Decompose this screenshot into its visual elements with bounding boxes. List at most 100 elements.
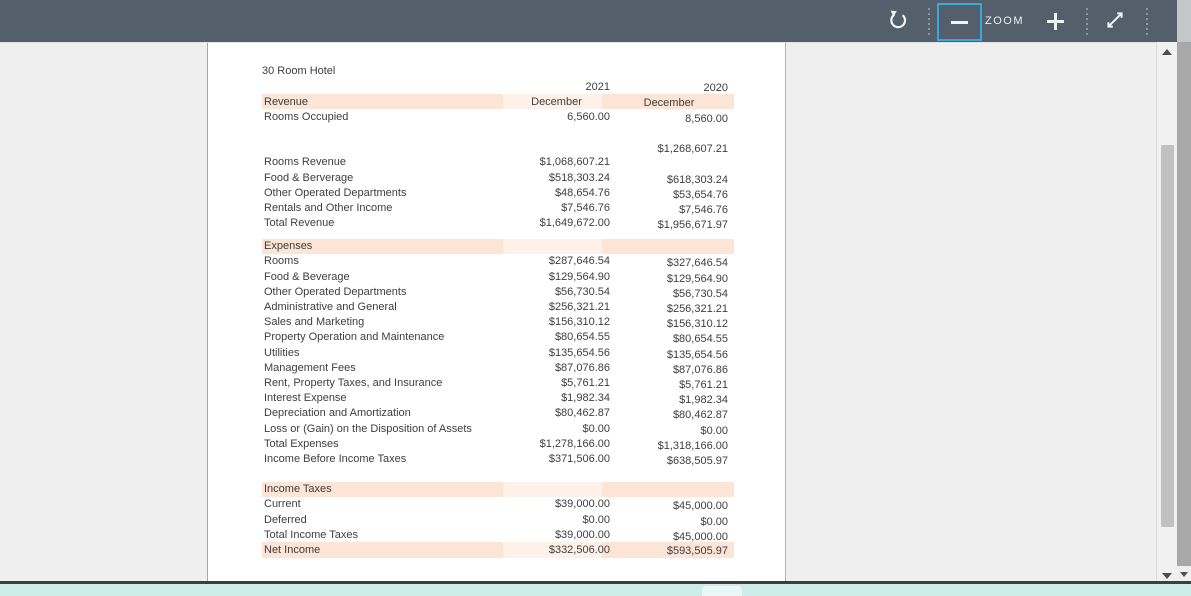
value-2021: $518,303.24 xyxy=(548,171,610,184)
year-header-row: 2021 2020 xyxy=(262,79,734,94)
table-row: Rooms Revenue $1,068,607.21 xyxy=(262,155,734,170)
value-2020: $1,318,166.00 xyxy=(657,439,728,452)
row-label: Current xyxy=(264,498,301,511)
vertical-scrollbar[interactable] xyxy=(1156,42,1177,583)
row-label: Expenses xyxy=(264,240,313,253)
value-2020: $327,646.54 xyxy=(666,257,728,270)
outer-scrollbar-thumb[interactable] xyxy=(1177,42,1191,566)
value-2020: $5,761.21 xyxy=(679,378,728,391)
value-2020: $80,462.87 xyxy=(672,409,728,422)
row-label: Net Income xyxy=(264,544,321,557)
value-2021: $80,654.55 xyxy=(554,331,610,344)
page-title: 30 Room Hotel xyxy=(262,63,734,79)
row-label: Total Revenue xyxy=(264,217,335,230)
table-row: Utilities $135,654.56 $135,654.56 xyxy=(262,345,734,361)
triangle-down-icon xyxy=(1162,573,1172,579)
value-2021: $135,654.56 xyxy=(548,346,610,359)
spacer-row xyxy=(262,124,734,139)
period-label: December xyxy=(643,96,695,109)
table-row: Total Income Taxes $39,000.00 $45,000.00 xyxy=(262,527,734,543)
value-2021: $0.00 xyxy=(582,513,610,526)
toolbar-separator xyxy=(928,8,930,35)
zoom-in-button[interactable] xyxy=(1043,0,1067,42)
minus-icon xyxy=(951,20,968,24)
value-2021: $56,730.54 xyxy=(554,285,610,298)
row-label: Other Operated Departments xyxy=(264,285,407,298)
value-2021: $1,982.34 xyxy=(561,392,610,405)
value-2021: $256,321.21 xyxy=(548,301,610,314)
refresh-button[interactable] xyxy=(884,0,912,42)
table-row: Administrative and General $256,321.21 $25… xyxy=(262,299,734,316)
table-row: Sales and Marketing $156,310.12 $156,310.1… xyxy=(262,315,734,330)
value-2020: $0.00 xyxy=(700,515,728,528)
row-label: Total Expenses xyxy=(264,437,339,450)
table-row: Rooms Occupied 6,560.00 8,560.00 xyxy=(262,109,734,125)
value-2021: $87,076.86 xyxy=(554,361,610,374)
value-2021: $1,278,166.00 xyxy=(539,437,610,450)
scroll-up-button[interactable] xyxy=(1157,44,1177,60)
horizontal-scrollbar-thumb[interactable] xyxy=(702,586,742,596)
triangle-up-icon xyxy=(1162,49,1172,55)
value-2020: $1,956,671.97 xyxy=(657,219,728,232)
value-2020: $0.00 xyxy=(700,424,728,437)
value-2020: $80,654.55 xyxy=(672,333,728,346)
table-row: Interest Expense $1,982.34 $1,982.34 xyxy=(262,391,734,406)
value-2020: $618,303.24 xyxy=(666,173,728,186)
row-label: Food & Berverage xyxy=(264,171,354,184)
value-2021: $1,068,607.21 xyxy=(539,156,610,169)
expand-button[interactable] xyxy=(1102,0,1128,42)
value-2021: $0.00 xyxy=(582,422,610,435)
vertical-scrollbar-thumb[interactable] xyxy=(1161,145,1174,527)
value-2021: $39,000.00 xyxy=(554,528,610,541)
table-row: Other Operated Departments $56,730.54 $56,… xyxy=(262,284,734,300)
zoom-out-button[interactable] xyxy=(937,3,982,41)
row-label: Food & Beverage xyxy=(264,270,350,283)
value-2020: $56,730.54 xyxy=(672,287,728,300)
row-label: Property Operation and Maintenance xyxy=(264,331,445,344)
year-2021-header: 2021 xyxy=(585,80,610,93)
row-label: Rent, Property Taxes, and Insurance xyxy=(264,376,443,389)
row-label: Sales and Marketing xyxy=(264,316,365,329)
row-label: Income Taxes xyxy=(264,483,332,496)
row-label: Loss or (Gain) on the Disposition of Ass… xyxy=(264,422,472,435)
value-2020: 8,560.00 xyxy=(685,112,728,125)
viewer-toolbar: ZOOM xyxy=(0,0,1191,42)
income-statement-table: 30 Room Hotel 2021 2020 Revenue December… xyxy=(262,63,734,558)
section-header-row: Income Taxes xyxy=(262,481,734,497)
table-row: Deferred $0.00 $0.00 xyxy=(262,512,734,528)
table-row: Property Operation and Maintenance $80,65… xyxy=(262,330,734,345)
table-row: Food & Berverage $518,303.24 $618,303.24 xyxy=(262,170,734,186)
value-2020: $256,321.21 xyxy=(666,303,728,316)
value-2021: $39,000.00 xyxy=(554,498,610,511)
table-row: Current $39,000.00 $45,000.00 xyxy=(262,497,734,512)
row-label: Other Operated Departments xyxy=(264,186,407,199)
report-title-text: 30 Room Hotel xyxy=(262,65,336,77)
expand-icon xyxy=(1104,9,1126,34)
horizontal-scrollbar[interactable] xyxy=(0,584,1191,596)
plus-icon xyxy=(1046,12,1064,30)
row-label: Rooms Revenue xyxy=(264,156,346,169)
value-2021: $332,506.00 xyxy=(548,544,610,557)
table-row: Rentals and Other Income $7,546.76 $7,546.… xyxy=(262,200,734,216)
outer-vertical-scrollbar[interactable] xyxy=(1177,0,1191,583)
value-2020: $593,505.97 xyxy=(666,545,728,558)
period-label: December xyxy=(531,95,582,108)
toolbar-separator xyxy=(1086,8,1088,35)
row-label: Deferred xyxy=(264,513,307,526)
section-label: Revenue xyxy=(264,95,309,108)
value-2021: $129,564.90 xyxy=(548,270,610,283)
zoom-label: ZOOM xyxy=(985,15,1024,27)
report-viewer-window: ZOOM 30 Room Hotel 2021 2020 Revenue Dec… xyxy=(0,0,1191,596)
table-row: Loss or (Gain) on the Disposition of Ass… xyxy=(262,421,734,437)
table-row: Other Operated Departments $48,654.76 $53,… xyxy=(262,185,734,201)
value-2020: $135,654.56 xyxy=(666,348,728,361)
value-2021: $48,654.76 xyxy=(554,186,610,199)
triangle-down-icon xyxy=(1180,572,1188,577)
spacer-row xyxy=(262,467,734,482)
value-2021: $80,462.87 xyxy=(554,407,610,420)
row-label: Rentals and Other Income xyxy=(264,201,393,214)
value-2021: $7,546.76 xyxy=(561,201,610,214)
row-label: Rooms Occupied xyxy=(264,110,349,123)
row-label: Interest Expense xyxy=(264,392,347,405)
value-2021: $287,646.54 xyxy=(548,255,610,268)
